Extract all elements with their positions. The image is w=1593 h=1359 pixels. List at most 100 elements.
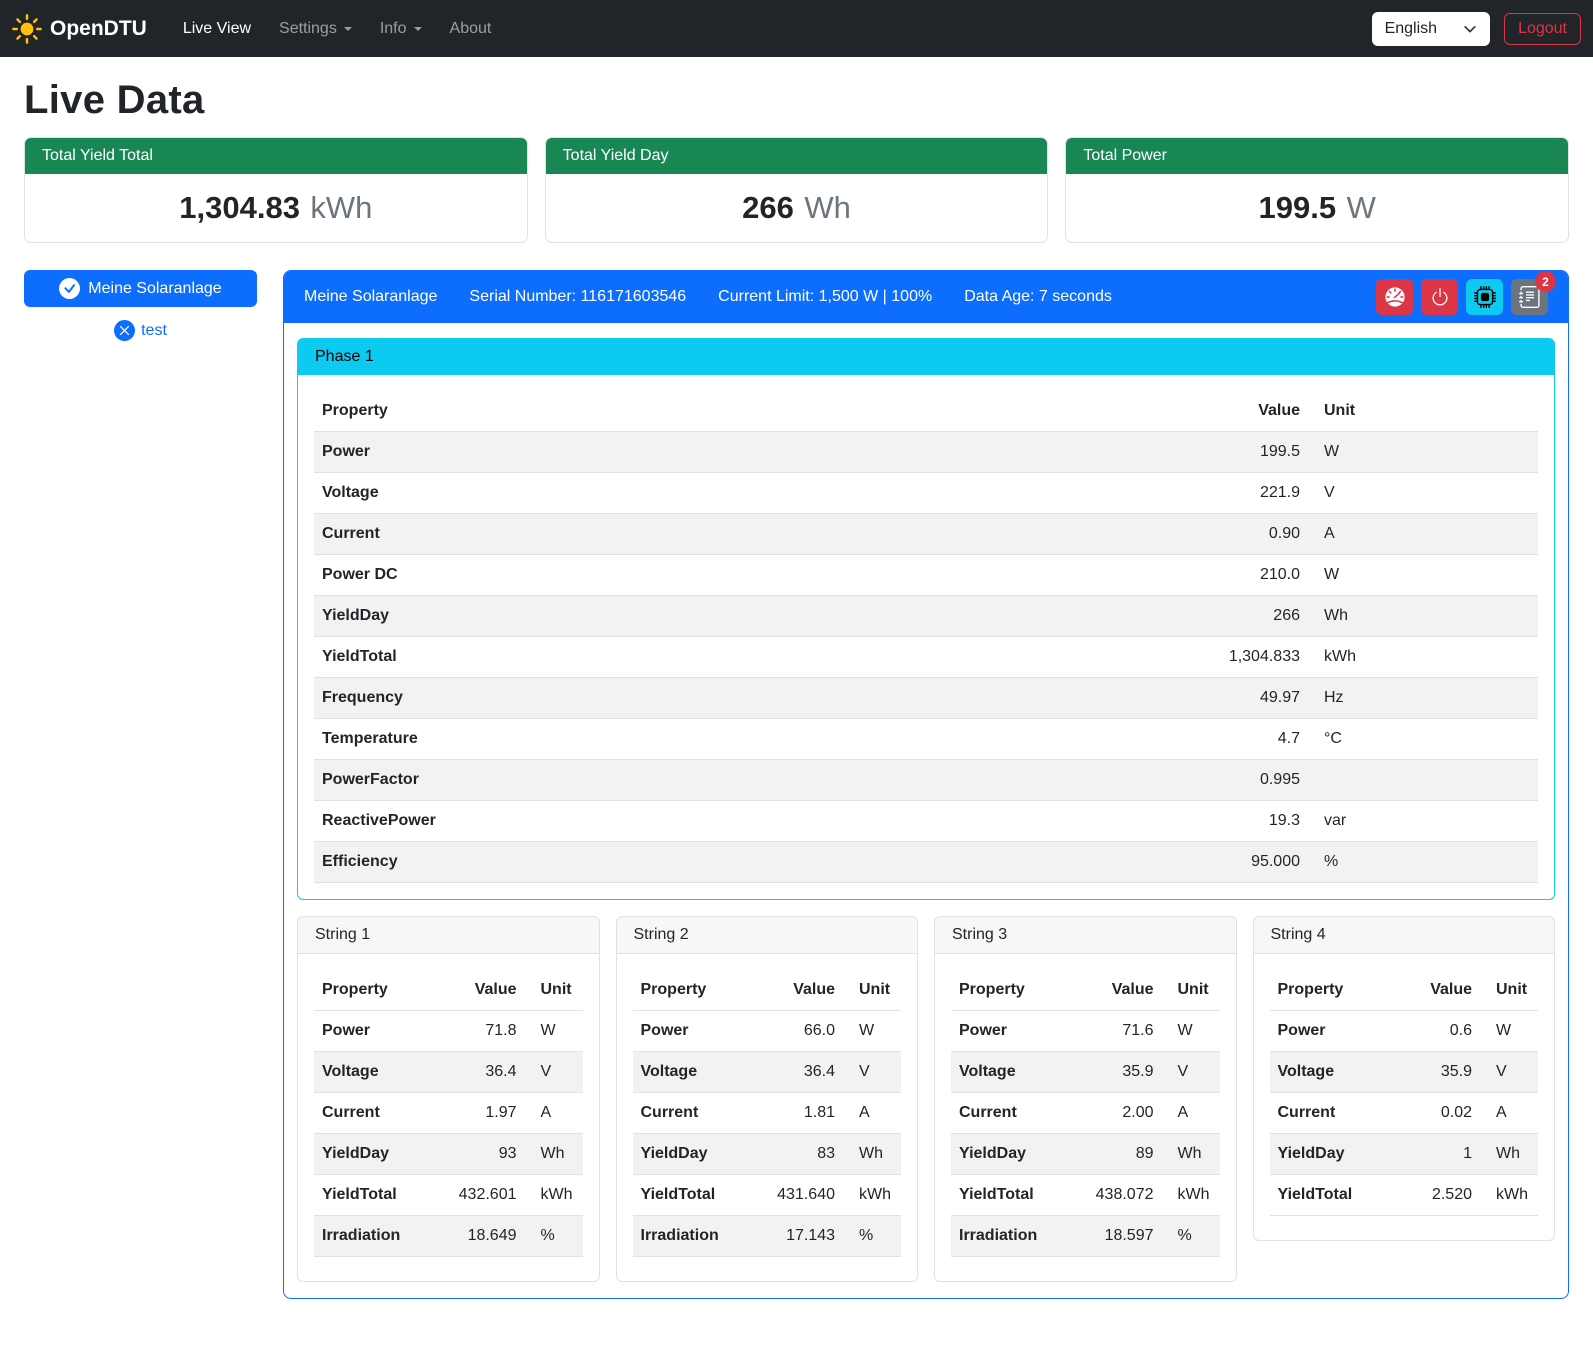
nav-item-settings[interactable]: Settings [265,12,366,46]
string-title: String 3 [935,917,1236,954]
column-header-unit: Unit [1480,970,1538,1011]
page: OpenDTU Live View Settings Info About En… [0,0,1593,1329]
column-header-property: Property [951,970,1070,1011]
column-header-value: Value [1198,391,1308,432]
check-circle-icon [59,278,80,299]
sun-icon [12,14,42,44]
string-4-table: Property Value Unit Power0.6WVoltage35.9… [1270,970,1539,1216]
inverter-limit: Current Limit: 1,500 W | 100% [718,288,932,306]
column-header-unit: Unit [1308,391,1538,432]
total-yield-total-value: 1,304.83 [179,190,300,225]
inverter-panel: Meine Solaranlage Serial Number: 1161716… [283,270,1569,1299]
x-circle-icon [114,320,135,341]
nav-item-info[interactable]: Info [366,12,436,46]
table-row: Power71.8W [314,1011,583,1052]
speedometer-icon [1384,286,1406,308]
inverter-selector-column: Meine Solaranlage test [24,270,257,341]
power-button[interactable] [1421,279,1458,315]
inverter-select-button[interactable]: Meine Solaranlage [24,270,257,307]
card-total-yield-day: Total Yield Day 266 Wh [545,137,1049,243]
inverter-panel-header: Meine Solaranlage Serial Number: 1161716… [284,271,1568,323]
column-header-value: Value [751,970,843,1011]
table-row: Power66.0W [633,1011,902,1052]
summary-row: Total Yield Total 1,304.83 kWh Total Yie… [24,137,1569,243]
string-3-table: Property Value Unit Power71.6WVoltage35.… [951,970,1220,1257]
string-title: String 1 [298,917,599,954]
phase-card: Phase 1 Property Value Unit [297,338,1555,900]
table-row: YieldDay266Wh [314,596,1538,637]
inverter-name: Meine Solaranlage [304,288,437,306]
table-row: Power71.6W [951,1011,1220,1052]
string-title: String 4 [1254,917,1555,954]
language-value: English [1385,20,1437,38]
column-header-unit: Unit [525,970,583,1011]
brand[interactable]: OpenDTU [12,14,147,44]
inverter-data-age: Data Age: 7 seconds [964,288,1112,306]
string-card-3: String 3 Property Value Unit [934,916,1237,1282]
table-row: Irradiation17.143% [633,1216,902,1257]
table-row: YieldTotal432.601kWh [314,1175,583,1216]
table-row: Irradiation18.649% [314,1216,583,1257]
table-row: YieldTotal1,304.833kWh [314,637,1538,678]
table-row: Current0.02A [1270,1093,1539,1134]
chevron-down-icon [1463,22,1477,36]
logout-button[interactable]: Logout [1504,13,1581,45]
card-total-power: Total Power 199.5 W [1065,137,1569,243]
inverter-unreachable-link[interactable]: test [24,320,257,341]
column-header-property: Property [314,970,433,1011]
limit-settings-button[interactable] [1376,279,1413,315]
strings-row: String 1 Property Value Unit [297,916,1555,1282]
table-row: Voltage36.4V [633,1052,902,1093]
event-log-button[interactable]: 2 [1511,279,1548,315]
cpu-icon [1474,286,1496,308]
total-power-unit: W [1347,190,1376,225]
device-info-button[interactable] [1466,279,1503,315]
table-row: YieldTotal438.072kWh [951,1175,1220,1216]
column-header-value: Value [433,970,525,1011]
nav-item-about[interactable]: About [436,12,506,46]
table-row: Current2.00A [951,1093,1220,1134]
phase-table: Property Value Unit Power199.5WVoltage22… [314,391,1538,883]
table-row: PowerFactor0.995 [314,760,1538,801]
column-header-value: Value [1070,970,1162,1011]
navbar: OpenDTU Live View Settings Info About En… [0,0,1593,57]
column-header-property: Property [633,970,752,1011]
table-row: Current0.90A [314,514,1538,555]
table-row: YieldDay1Wh [1270,1134,1539,1175]
caret-down-icon [344,27,352,31]
power-icon [1430,287,1450,307]
total-yield-total-unit: kWh [310,190,372,225]
table-row: Frequency49.97Hz [314,678,1538,719]
inverter-serial: Serial Number: 116171603546 [469,288,686,306]
table-row: Voltage221.9V [314,473,1538,514]
column-header-unit: Unit [843,970,901,1011]
event-count-badge: 2 [1535,271,1556,292]
table-row: YieldTotal2.520kWh [1270,1175,1539,1216]
table-row: Power0.6W [1270,1011,1539,1052]
card-title: Total Yield Day [546,138,1048,174]
card-title: Total Yield Total [25,138,527,174]
string-2-table: Property Value Unit Power66.0WVoltage36.… [633,970,902,1257]
language-select[interactable]: English [1372,12,1490,46]
card-total-yield-total: Total Yield Total 1,304.83 kWh [24,137,528,243]
table-row: Current1.97A [314,1093,583,1134]
card-title: Total Power [1066,138,1568,174]
table-row: Voltage35.9V [951,1052,1220,1093]
column-header-property: Property [1270,970,1389,1011]
column-header-property: Property [314,391,1198,432]
table-row: Irradiation18.597% [951,1216,1220,1257]
inverter-unreachable-label: test [141,322,167,340]
table-row: Efficiency95.000% [314,842,1538,883]
table-row: Temperature4.7°C [314,719,1538,760]
column-header-value: Value [1388,970,1480,1011]
inverter-select-label: Meine Solaranlage [88,280,221,298]
table-row: Voltage35.9V [1270,1052,1539,1093]
table-row: Power199.5W [314,432,1538,473]
string-card-4: String 4 Property Value Unit [1253,916,1556,1241]
journal-text-icon [1519,286,1541,308]
page-title: Live Data [24,78,1569,123]
nav-item-live-view[interactable]: Live View [169,12,265,46]
table-row: YieldDay83Wh [633,1134,902,1175]
nav-links: Live View Settings Info About [169,12,1372,46]
string-card-2: String 2 Property Value Unit [616,916,919,1282]
